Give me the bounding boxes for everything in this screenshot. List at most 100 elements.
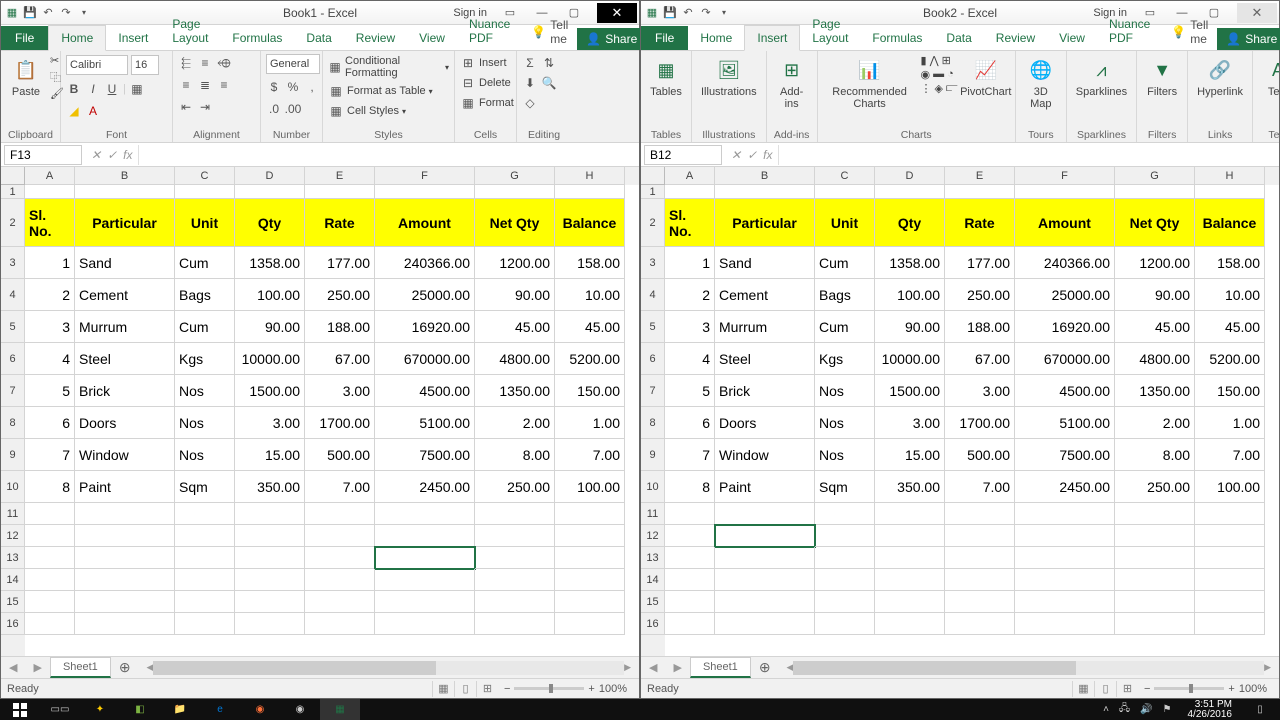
pivotchart-button[interactable]: 📈PivotChart	[962, 54, 1010, 100]
cell[interactable]: 45.00	[475, 311, 555, 343]
cell[interactable]: 3.00	[305, 375, 375, 407]
cell[interactable]	[665, 503, 715, 525]
cell[interactable]: 1700.00	[305, 407, 375, 439]
cell[interactable]: 2450.00	[1015, 471, 1115, 503]
volume-icon[interactable]: 🔊	[1140, 704, 1152, 715]
cell[interactable]: 15.00	[235, 439, 305, 471]
cell[interactable]: 90.00	[235, 311, 305, 343]
cell[interactable]	[715, 185, 815, 199]
cell[interactable]: 8.00	[475, 439, 555, 471]
qat-customize-icon[interactable]: ▾	[77, 6, 91, 20]
cell[interactable]	[1195, 569, 1265, 591]
cell[interactable]: 7500.00	[375, 439, 475, 471]
row-header[interactable]: 13	[1, 547, 25, 569]
cell[interactable]: 4800.00	[1115, 343, 1195, 375]
cell[interactable]: Paint	[75, 471, 175, 503]
col-header[interactable]: G	[1115, 167, 1195, 185]
insert-cells-button[interactable]: ⊞Insert	[460, 54, 507, 72]
cell[interactable]: Sqm	[815, 471, 875, 503]
tables-button[interactable]: ▦Tables	[646, 54, 686, 100]
worksheet-grid[interactable]: 12345678910111213141516ABCDEFGHSl. No.Pa…	[1, 167, 639, 656]
sheet-nav-next-icon[interactable]: ▶	[25, 661, 49, 674]
chart-pie-icon[interactable]: ◔	[947, 68, 954, 81]
cell[interactable]	[1115, 613, 1195, 635]
cell[interactable]	[235, 569, 305, 591]
inc-dec-icon[interactable]: .0	[266, 101, 282, 117]
rec-charts-button[interactable]: 📊Recommended Charts	[823, 54, 917, 112]
fill-icon[interactable]: ⬇	[522, 75, 538, 91]
chart-surf-icon[interactable]: ◈	[935, 82, 943, 95]
header-cell[interactable]: Amount	[375, 199, 475, 247]
header-cell[interactable]: Amount	[1015, 199, 1115, 247]
cell[interactable]: 1.00	[1195, 407, 1265, 439]
zoom-slider[interactable]	[514, 687, 584, 690]
cell[interactable]	[715, 547, 815, 569]
cell[interactable]: 4500.00	[1015, 375, 1115, 407]
cell[interactable]	[1115, 547, 1195, 569]
cell[interactable]	[665, 591, 715, 613]
row-header[interactable]: 4	[641, 279, 665, 311]
cell[interactable]: Nos	[175, 407, 235, 439]
cell[interactable]	[665, 613, 715, 635]
cell[interactable]: 5100.00	[1015, 407, 1115, 439]
sheet-tab[interactable]: Sheet1	[690, 657, 751, 678]
share-button[interactable]: 👤Share	[1217, 28, 1280, 50]
enter-formula-icon[interactable]: ✓	[107, 148, 117, 162]
cell[interactable]	[75, 569, 175, 591]
cell[interactable]	[815, 525, 875, 547]
cell[interactable]: 1358.00	[875, 247, 945, 279]
row-header[interactable]: 2	[641, 199, 665, 247]
cell[interactable]: 8	[25, 471, 75, 503]
ribbon-tab-nuance-pdf[interactable]: Nuance PDF	[1097, 12, 1162, 50]
col-header[interactable]: H	[555, 167, 625, 185]
cell[interactable]: Nos	[815, 439, 875, 471]
cell[interactable]: Doors	[75, 407, 175, 439]
cell[interactable]: 3.00	[875, 407, 945, 439]
cell[interactable]	[375, 525, 475, 547]
cell[interactable]	[25, 185, 75, 199]
sparklines-button[interactable]: ⩘Sparklines	[1072, 54, 1131, 100]
cell[interactable]: 100.00	[555, 471, 625, 503]
chart-combo-icon[interactable]: ⫍	[946, 82, 958, 95]
undo-icon[interactable]: ↶	[681, 6, 695, 20]
row-header[interactable]: 8	[1, 407, 25, 439]
app-icon[interactable]: ◧	[120, 699, 160, 720]
underline-icon[interactable]: U	[104, 81, 120, 97]
cell[interactable]: Kgs	[815, 343, 875, 375]
cell[interactable]: Nos	[175, 439, 235, 471]
cell[interactable]	[175, 525, 235, 547]
name-box[interactable]: F13	[4, 145, 82, 165]
cell[interactable]	[305, 503, 375, 525]
col-header[interactable]: G	[475, 167, 555, 185]
zoom-level[interactable]: 100%	[599, 683, 627, 695]
cell[interactable]	[475, 503, 555, 525]
cell[interactable]	[305, 591, 375, 613]
row-header[interactable]: 5	[641, 311, 665, 343]
cell[interactable]	[1115, 185, 1195, 199]
header-cell[interactable]: Rate	[305, 199, 375, 247]
cell[interactable]	[875, 185, 945, 199]
network-icon[interactable]: 🖧	[1119, 701, 1130, 718]
cell[interactable]: 7500.00	[1015, 439, 1115, 471]
start-button[interactable]	[0, 699, 40, 720]
cell[interactable]: Cement	[715, 279, 815, 311]
cell[interactable]	[25, 591, 75, 613]
row-header[interactable]: 15	[1, 591, 25, 613]
cell[interactable]	[815, 591, 875, 613]
row-header[interactable]: 7	[641, 375, 665, 407]
cell[interactable]	[75, 503, 175, 525]
cell[interactable]	[555, 547, 625, 569]
cell[interactable]	[75, 547, 175, 569]
row-header[interactable]: 16	[1, 613, 25, 635]
cell[interactable]	[25, 569, 75, 591]
cell[interactable]: 90.00	[1115, 279, 1195, 311]
cell[interactable]	[475, 569, 555, 591]
ribbon-tab-insert[interactable]: Insert	[106, 26, 160, 50]
col-header[interactable]: D	[875, 167, 945, 185]
cell[interactable]: 188.00	[305, 311, 375, 343]
cell[interactable]: Brick	[715, 375, 815, 407]
cell[interactable]: 1500.00	[875, 375, 945, 407]
cell[interactable]: Nos	[815, 407, 875, 439]
row-header[interactable]: 14	[641, 569, 665, 591]
cell[interactable]: 10000.00	[875, 343, 945, 375]
